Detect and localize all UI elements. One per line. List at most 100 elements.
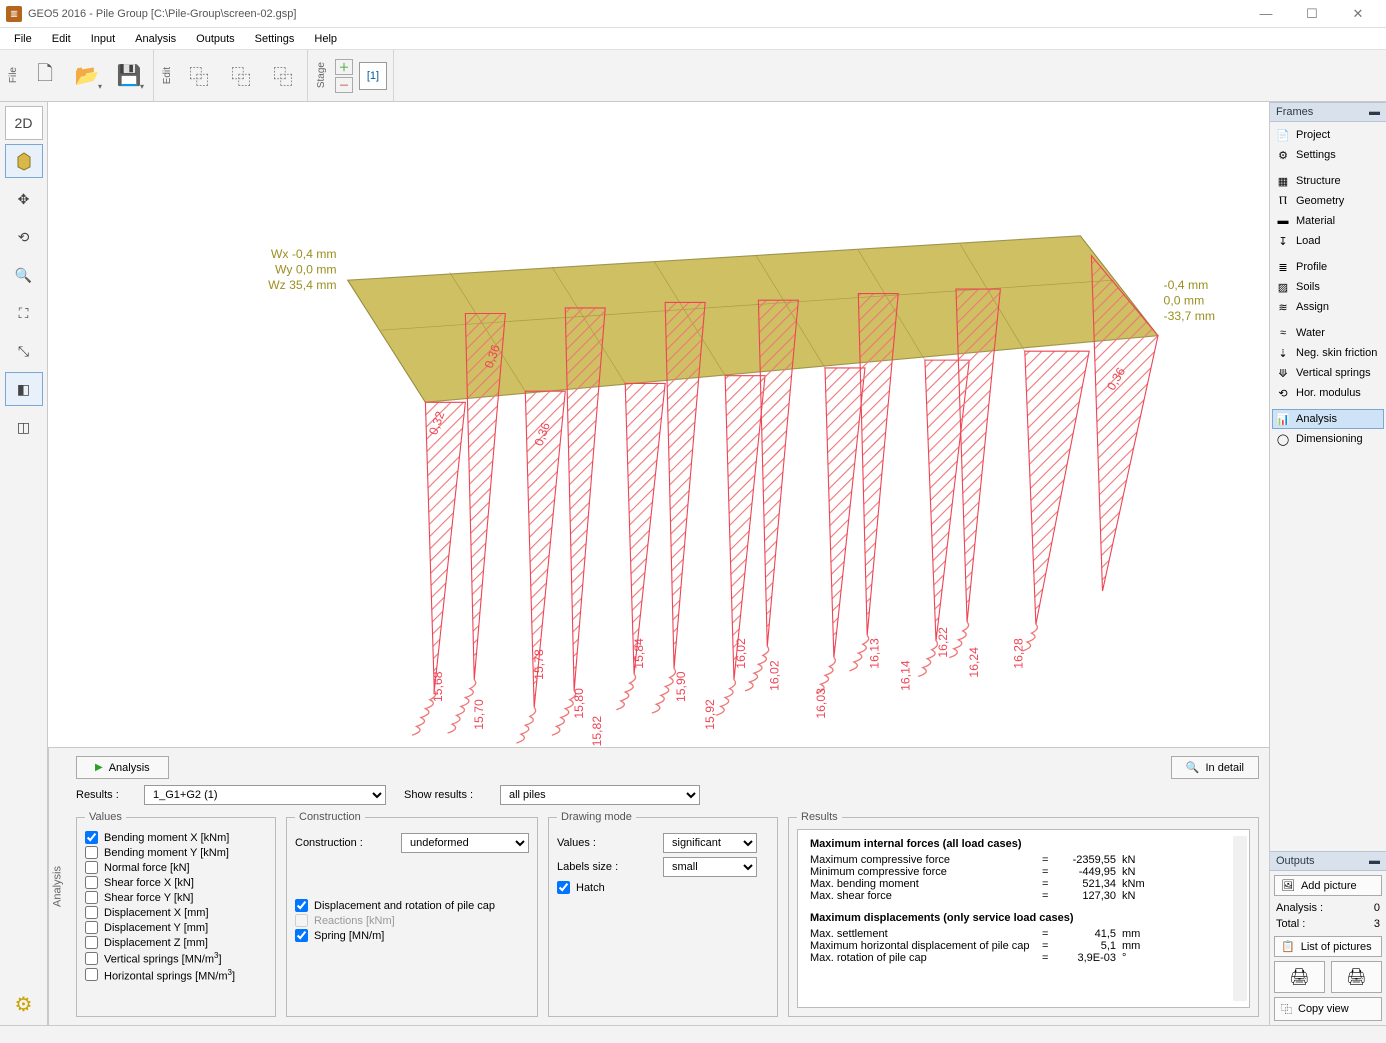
frame-item-analysis[interactable]: 📊Analysis <box>1272 409 1384 429</box>
value-check-7[interactable] <box>85 936 98 949</box>
menu-edit[interactable]: Edit <box>42 30 81 48</box>
frame-item-assign[interactable]: ≋Assign <box>1272 297 1384 317</box>
paste-special-button[interactable]: ⿻ <box>265 58 301 94</box>
value-check-4[interactable] <box>85 891 98 904</box>
hatch-checkbox[interactable] <box>557 881 570 894</box>
svg-text:16,24: 16,24 <box>967 647 981 678</box>
labels-size-select[interactable]: small <box>663 857 757 877</box>
frame-icon: ⟲ <box>1276 386 1290 400</box>
results-label: Results : <box>76 789 136 801</box>
menu-outputs[interactable]: Outputs <box>186 30 245 48</box>
outputs-header: Outputs▬ <box>1270 851 1386 871</box>
copy-view-button[interactable]: ⿻Copy view <box>1274 997 1382 1021</box>
frame-icon: ⇣ <box>1276 346 1290 360</box>
view-wire-button[interactable]: ◫ <box>5 410 43 444</box>
zoom-window-button[interactable]: 🔍 <box>5 258 43 292</box>
frame-icon: ≣ <box>1276 260 1290 274</box>
run-analysis-button[interactable]: Analysis <box>76 756 169 779</box>
frame-item-project[interactable]: 📄Project <box>1272 125 1384 145</box>
value-check-9[interactable] <box>85 968 98 981</box>
viewport-3d[interactable]: Wx -0,4 mm Wy 0,0 mm Wz 35,4 mm -0,4 mm … <box>48 102 1269 747</box>
disp-rot-checkbox[interactable] <box>295 899 308 912</box>
frame-item-profile[interactable]: ≣Profile <box>1272 257 1384 277</box>
spring-checkbox[interactable] <box>295 929 308 942</box>
paste-button[interactable]: ⿻ <box>223 58 259 94</box>
outputs-collapse-icon[interactable]: ▬ <box>1369 855 1380 867</box>
list-pictures-button[interactable]: 📋List of pictures <box>1274 936 1382 957</box>
orbit-button[interactable]: ⟲ <box>5 220 43 254</box>
results-text: Maximum internal forces (all load cases)… <box>797 829 1250 1008</box>
menu-settings[interactable]: Settings <box>245 30 305 48</box>
frame-item-settings[interactable]: ⚙Settings <box>1272 145 1384 165</box>
value-check-8[interactable] <box>85 952 98 965</box>
results-select[interactable]: 1_G1+G2 (1) <box>144 785 386 805</box>
add-picture-button[interactable]: 🖼Add picture <box>1274 875 1382 896</box>
new-file-button[interactable]: 🗋 <box>27 58 63 94</box>
frame-icon: 📊 <box>1276 412 1290 426</box>
menu-analysis[interactable]: Analysis <box>125 30 186 48</box>
frame-icon: ⟱ <box>1276 366 1290 380</box>
maximize-button[interactable]: ☐ <box>1290 1 1334 27</box>
view-front-button[interactable]: ◧ <box>5 372 43 406</box>
save-file-button[interactable]: 💾 <box>111 58 147 94</box>
view-2d-button[interactable]: 2D <box>5 106 43 140</box>
construction-select[interactable]: undeformed <box>401 833 529 853</box>
print-button-2[interactable]: 🖨 <box>1331 961 1382 993</box>
frame-item-neg-skin-friction[interactable]: ⇣Neg. skin friction <box>1272 343 1384 363</box>
frame-icon: ▦ <box>1276 174 1290 188</box>
axes-button[interactable]: ⤡ <box>5 334 43 368</box>
open-file-button[interactable]: 📂 <box>69 58 105 94</box>
copy-button[interactable]: ⿻ <box>181 58 217 94</box>
minimize-button[interactable]: — <box>1244 1 1288 27</box>
frame-item-soils[interactable]: ▨Soils <box>1272 277 1384 297</box>
frame-icon: ⚙ <box>1276 148 1290 162</box>
value-check-3[interactable] <box>85 876 98 889</box>
svg-text:16,02: 16,02 <box>767 660 781 691</box>
value-check-5[interactable] <box>85 906 98 919</box>
view-3d-button[interactable] <box>5 144 43 178</box>
frames-collapse-icon[interactable]: ▬ <box>1369 106 1380 118</box>
frame-item-hor-modulus[interactable]: ⟲Hor. modulus <box>1272 383 1384 403</box>
frame-item-vertical-springs[interactable]: ⟱Vertical springs <box>1272 363 1384 383</box>
frame-item-structure[interactable]: ▦Structure <box>1272 171 1384 191</box>
settings-gear-button[interactable]: ⚙ <box>5 987 43 1021</box>
pan-button[interactable]: ✥ <box>5 182 43 216</box>
svg-text:Wy 0,0 mm: Wy 0,0 mm <box>275 263 337 277</box>
value-check-6[interactable] <box>85 921 98 934</box>
view-rail: 2D ✥ ⟲ 🔍 ⛶ ⤡ ◧ ◫ ⚙ <box>0 102 48 1025</box>
menu-file[interactable]: File <box>4 30 42 48</box>
values-group: Values Bending moment X [kNm]Bending mom… <box>76 811 276 1017</box>
svg-text:15,68: 15,68 <box>431 671 445 702</box>
menu-help[interactable]: Help <box>304 30 347 48</box>
stage-add-button[interactable]: ＋ <box>335 59 353 75</box>
frame-item-dimensioning[interactable]: ◯Dimensioning <box>1272 429 1384 449</box>
value-check-1[interactable] <box>85 846 98 859</box>
svg-text:0,0 mm: 0,0 mm <box>1164 294 1205 308</box>
results-scrollbar[interactable] <box>1233 836 1247 1001</box>
menu-input[interactable]: Input <box>81 30 125 48</box>
close-button[interactable]: ✕ <box>1336 1 1380 27</box>
stage-remove-button[interactable]: － <box>335 77 353 93</box>
frame-item-material[interactable]: ▬Material <box>1272 211 1384 231</box>
frame-icon: 📄 <box>1276 128 1290 142</box>
in-detail-button[interactable]: In detail <box>1171 756 1259 779</box>
frame-item-geometry[interactable]: ⲠGeometry <box>1272 191 1384 211</box>
stage-marker[interactable]: [1] <box>359 62 387 90</box>
copy-icon: ⿻ <box>1281 1001 1292 1017</box>
construction-group: Construction Construction : undeformed D… <box>286 811 538 1017</box>
show-results-select[interactable]: all piles <box>500 785 700 805</box>
title-bar: ▥ GEO5 2016 - Pile Group [C:\Pile-Group\… <box>0 0 1386 28</box>
value-check-0[interactable] <box>85 831 98 844</box>
status-bar <box>0 1025 1386 1043</box>
values-mode-select[interactable]: significant <box>663 833 757 853</box>
svg-text:16,14: 16,14 <box>898 660 912 691</box>
value-check-2[interactable] <box>85 861 98 874</box>
zoom-extents-button[interactable]: ⛶ <box>5 296 43 330</box>
print-button-1[interactable]: 🖨 <box>1274 961 1325 993</box>
svg-text:15,82: 15,82 <box>590 716 604 747</box>
svg-text:15,92: 15,92 <box>703 699 717 730</box>
frame-item-load[interactable]: ↧Load <box>1272 231 1384 251</box>
frame-item-water[interactable]: ≈Water <box>1272 323 1384 343</box>
svg-text:Wz 35,4 mm: Wz 35,4 mm <box>268 278 336 292</box>
main-toolbar: File 🗋 📂 💾 Edit ⿻ ⿻ ⿻ Stage ＋ － [1] <box>0 50 1386 102</box>
